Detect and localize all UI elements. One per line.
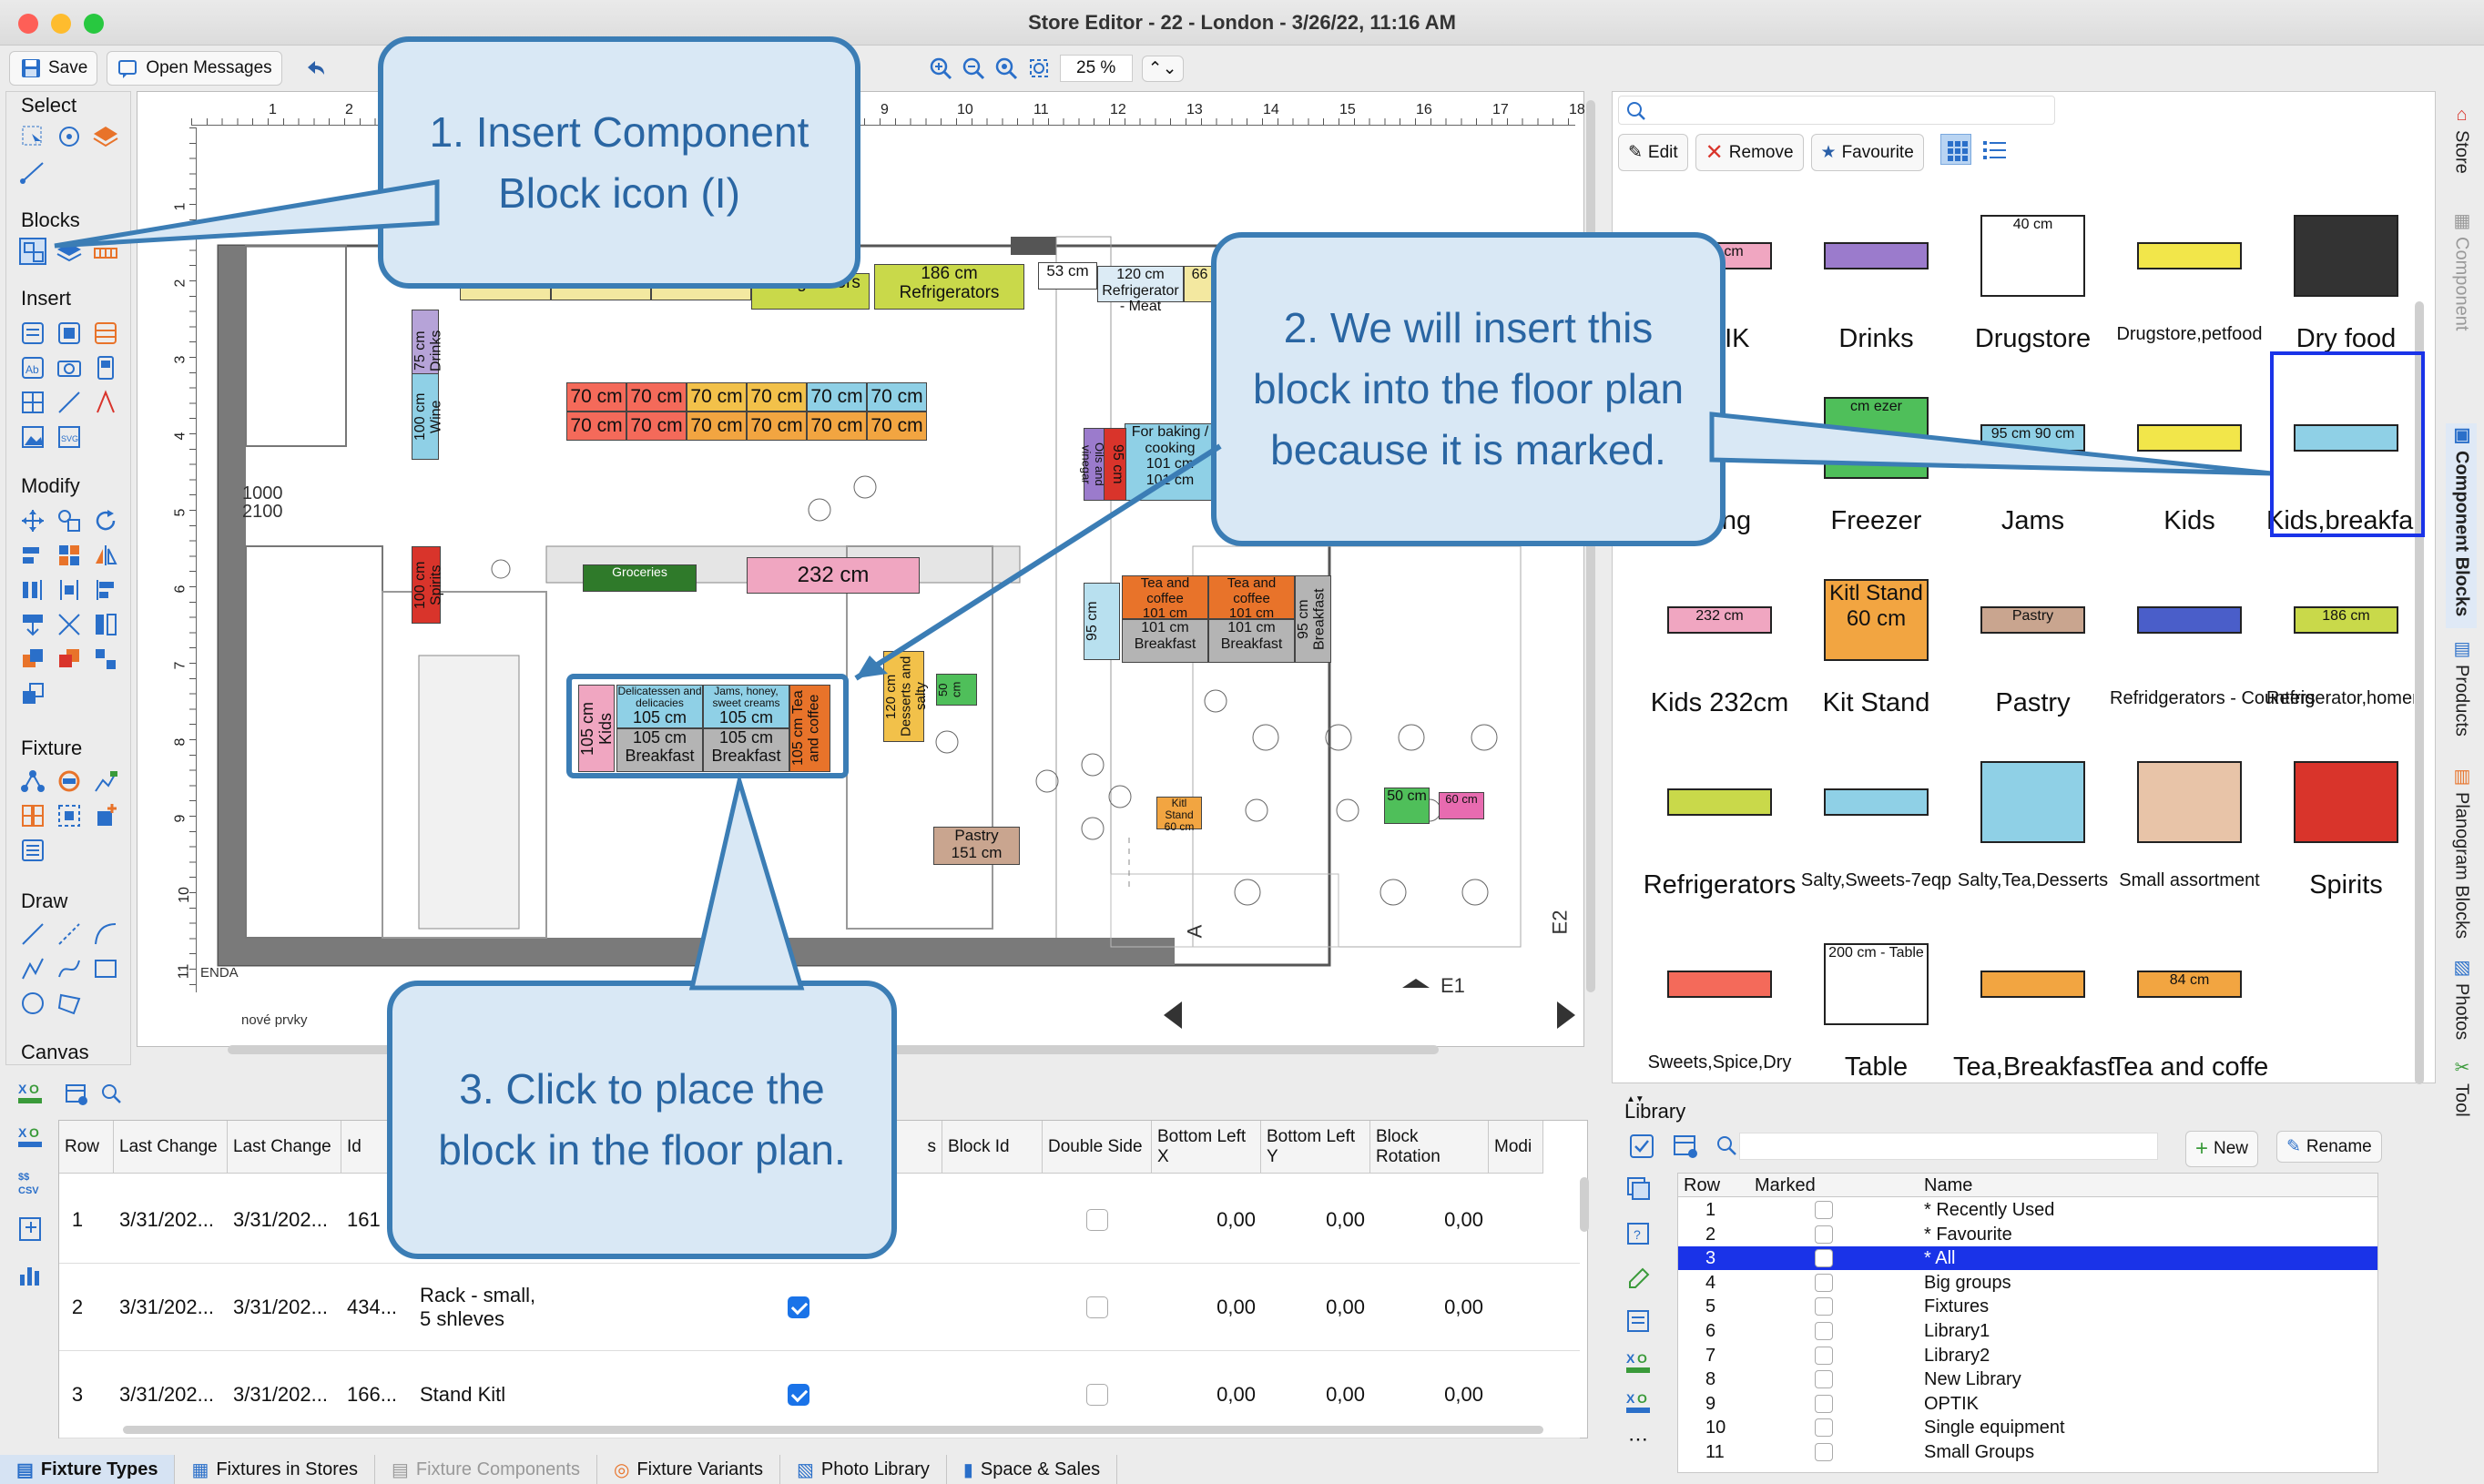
callout-pointers: [54, 179, 2425, 991]
store-editor-window: Store Editor - 22 - London - 3/26/22, 11…: [0, 0, 2484, 1484]
